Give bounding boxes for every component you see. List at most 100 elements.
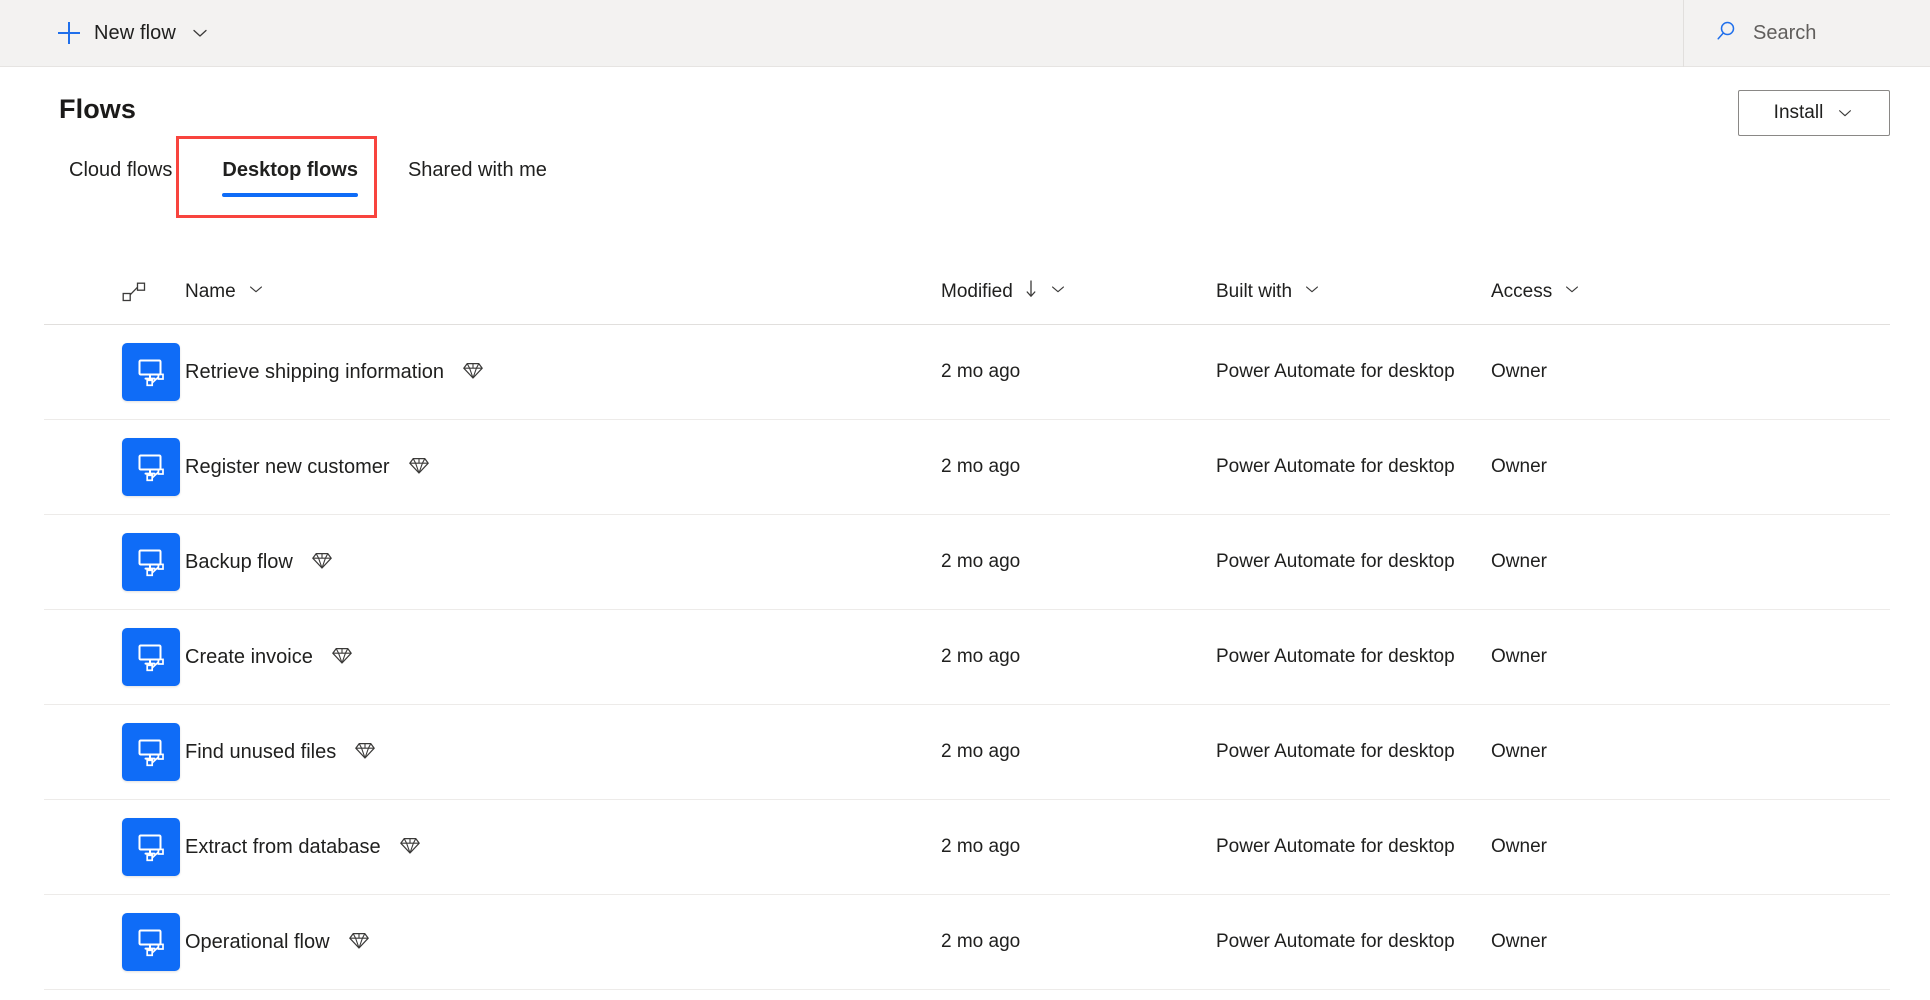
- row-flow-icon-cell: [44, 343, 185, 401]
- row-built-with-cell: Power Automate for desktop: [1216, 741, 1491, 763]
- table-row[interactable]: Extract from database 2 mo ago Power Aut…: [44, 800, 1890, 895]
- row-modified-cell: 2 mo ago: [941, 741, 1216, 763]
- row-access-cell: Owner: [1491, 741, 1890, 763]
- flow-connector-icon: [122, 281, 146, 303]
- row-built-with-cell: Power Automate for desktop: [1216, 456, 1491, 478]
- flows-tabs: Cloud flows Desktop flows Shared with me: [55, 155, 561, 215]
- row-name-cell: Backup flow: [185, 549, 941, 576]
- search-icon: [1714, 19, 1738, 48]
- built-with-value: Power Automate for desktop: [1216, 836, 1455, 857]
- desktop-flows-table: Name Modified Built with Access Retrieve…: [44, 260, 1890, 990]
- column-header-access[interactable]: Access: [1491, 280, 1890, 304]
- row-flow-icon-cell: [44, 913, 185, 971]
- chevron-down-icon: [1836, 104, 1854, 122]
- new-flow-button[interactable]: New flow: [52, 11, 216, 55]
- row-name-cell: Extract from database: [185, 834, 941, 861]
- row-access-cell: Owner: [1491, 551, 1890, 573]
- command-bar-right: Search: [1683, 0, 1930, 67]
- tab-cloud-flows[interactable]: Cloud flows: [55, 155, 186, 199]
- table-header-row: Name Modified Built with Access: [44, 260, 1890, 325]
- column-header-access-label: Access: [1491, 281, 1553, 302]
- row-modified-cell: 2 mo ago: [941, 836, 1216, 858]
- row-name-cell: Find unused files: [185, 739, 941, 766]
- tab-shared-with-me[interactable]: Shared with me: [394, 155, 561, 199]
- chevron-down-icon: [1049, 280, 1067, 304]
- modified-value: 2 mo ago: [941, 646, 1021, 667]
- command-bar: New flow Search: [0, 0, 1930, 67]
- column-header-name-label: Name: [185, 281, 236, 302]
- column-header-modified-label: Modified: [941, 281, 1013, 302]
- table-row[interactable]: Backup flow 2 mo ago Power Automate for …: [44, 515, 1890, 610]
- row-built-with-cell: Power Automate for desktop: [1216, 361, 1491, 383]
- access-value: Owner: [1491, 456, 1547, 477]
- premium-diamond-icon: [408, 454, 430, 481]
- access-value: Owner: [1491, 741, 1547, 762]
- table-row[interactable]: Retrieve shipping information 2 mo ago P…: [44, 325, 1890, 420]
- access-value: Owner: [1491, 836, 1547, 857]
- flow-name: Find unused files: [185, 740, 337, 763]
- premium-diamond-icon: [311, 549, 333, 576]
- row-flow-icon-cell: [44, 628, 185, 686]
- flow-name: Create invoice: [185, 645, 313, 668]
- row-built-with-cell: Power Automate for desktop: [1216, 931, 1491, 953]
- access-value: Owner: [1491, 646, 1547, 667]
- built-with-value: Power Automate for desktop: [1216, 931, 1455, 952]
- table-row[interactable]: Operational flow 2 mo ago Power Automate…: [44, 895, 1890, 990]
- install-button[interactable]: Install: [1738, 90, 1890, 136]
- table-row[interactable]: Register new customer 2 mo ago Power Aut…: [44, 420, 1890, 515]
- row-modified-cell: 2 mo ago: [941, 551, 1216, 573]
- flow-name: Register new customer: [185, 455, 390, 478]
- desktop-flow-icon: [122, 533, 180, 591]
- tab-label: Shared with me: [407, 159, 547, 181]
- row-flow-icon-cell: [44, 818, 185, 876]
- new-flow-label: New flow: [94, 21, 176, 44]
- search-input[interactable]: Search: [1684, 0, 1930, 67]
- built-with-value: Power Automate for desktop: [1216, 551, 1455, 572]
- table-body: Retrieve shipping information 2 mo ago P…: [44, 325, 1890, 990]
- flow-name: Extract from database: [185, 835, 381, 858]
- table-row[interactable]: Create invoice 2 mo ago Power Automate f…: [44, 610, 1890, 705]
- row-access-cell: Owner: [1491, 931, 1890, 953]
- row-flow-icon-cell: [44, 438, 185, 496]
- flow-name: Retrieve shipping information: [185, 360, 445, 383]
- tab-label: Cloud flows: [69, 159, 173, 181]
- flow-name: Backup flow: [185, 550, 293, 573]
- modified-value: 2 mo ago: [941, 551, 1021, 572]
- row-built-with-cell: Power Automate for desktop: [1216, 646, 1491, 668]
- access-value: Owner: [1491, 361, 1547, 382]
- premium-diamond-icon: [348, 929, 370, 956]
- table-row[interactable]: Find unused files 2 mo ago Power Automat…: [44, 705, 1890, 800]
- modified-value: 2 mo ago: [941, 456, 1021, 477]
- column-header-built-with-label: Built with: [1216, 281, 1293, 302]
- row-name-cell: Create invoice: [185, 644, 941, 671]
- tab-desktop-flows[interactable]: Desktop flows: [208, 155, 372, 199]
- column-header-modified[interactable]: Modified: [941, 279, 1216, 305]
- chevron-down-icon: [247, 280, 265, 304]
- modified-value: 2 mo ago: [941, 836, 1021, 857]
- row-modified-cell: 2 mo ago: [941, 456, 1216, 478]
- page-title: Flows: [59, 94, 137, 124]
- chevron-down-icon: [1303, 280, 1321, 304]
- desktop-flow-icon: [122, 818, 180, 876]
- column-header-name[interactable]: Name: [185, 280, 941, 304]
- desktop-flow-icon: [122, 723, 180, 781]
- row-built-with-cell: Power Automate for desktop: [1216, 836, 1491, 858]
- row-modified-cell: 2 mo ago: [941, 361, 1216, 383]
- row-flow-icon-cell: [44, 533, 185, 591]
- built-with-value: Power Automate for desktop: [1216, 361, 1455, 382]
- plus-icon: [58, 22, 80, 44]
- column-header-built-with[interactable]: Built with: [1216, 280, 1491, 304]
- built-with-value: Power Automate for desktop: [1216, 646, 1455, 667]
- column-header-flow-type[interactable]: [44, 281, 185, 303]
- row-built-with-cell: Power Automate for desktop: [1216, 551, 1491, 573]
- flow-name: Operational flow: [185, 930, 330, 953]
- row-access-cell: Owner: [1491, 646, 1890, 668]
- desktop-flow-icon: [122, 913, 180, 971]
- modified-value: 2 mo ago: [941, 931, 1021, 952]
- built-with-value: Power Automate for desktop: [1216, 741, 1455, 762]
- desktop-flow-icon: [122, 343, 180, 401]
- install-label: Install: [1773, 102, 1824, 123]
- modified-value: 2 mo ago: [941, 361, 1021, 382]
- desktop-flow-icon: [122, 438, 180, 496]
- row-access-cell: Owner: [1491, 836, 1890, 858]
